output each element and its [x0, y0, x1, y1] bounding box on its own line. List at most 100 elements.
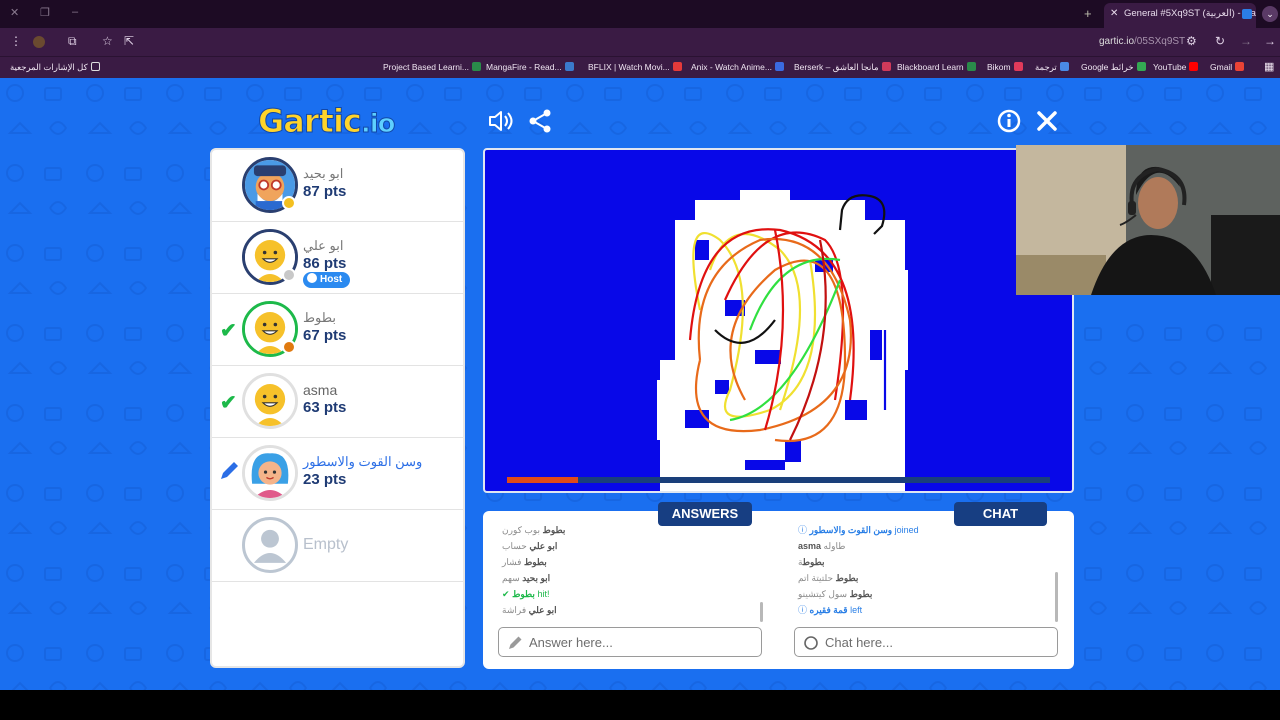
chat-user: بطوط	[849, 589, 873, 599]
status-dot	[282, 340, 296, 354]
status-dot	[282, 196, 296, 210]
chat-list: ⓘ وسن القوت والاسطور joined asma طاوله ب…	[798, 522, 1053, 618]
chat-text: طاوله	[823, 541, 846, 551]
chat-field[interactable]	[794, 627, 1058, 657]
close-tab-icon[interactable]: ✕	[1110, 3, 1118, 25]
folder-icon	[90, 62, 100, 71]
player-points: 63 pts	[303, 399, 347, 416]
bookmark-all[interactable]: كل الإشارات المرجعية	[10, 62, 100, 73]
exit-icon[interactable]	[1034, 108, 1060, 134]
list-item: بطوط بوب كورن	[502, 522, 757, 538]
profile-avatar-icon[interactable]	[33, 36, 45, 48]
bookmark-label: كل الإشارات المرجعية	[10, 62, 88, 72]
list-item: ⓘ قمة فقيره left	[798, 602, 1053, 618]
bookmark-item[interactable]: YouTube	[1153, 62, 1199, 72]
share-icon[interactable]	[527, 108, 553, 134]
avatar	[242, 445, 298, 501]
tab-search-icon[interactable]: ⌄	[1262, 6, 1278, 22]
host-badge: Host	[303, 272, 351, 288]
bookmark-favicon-icon	[966, 62, 976, 71]
url-field[interactable]: gartic.io/05SXq9ST	[1099, 36, 1185, 47]
status-dot	[282, 268, 296, 282]
forward-icon[interactable]: →	[1240, 34, 1252, 48]
avatar-girl-icon	[245, 448, 295, 498]
maximize-window-icon[interactable]: ❐	[40, 6, 50, 19]
bookmarks-bar: كل الإشارات المرجعية Project Based Learn…	[0, 56, 1280, 78]
url-path: /05SXq9ST	[1134, 36, 1186, 47]
pencil-icon	[509, 636, 522, 649]
new-tab-icon[interactable]: +	[1084, 6, 1092, 21]
chat-user: بطوط	[802, 557, 825, 567]
bookmark-favicon-icon	[1136, 62, 1146, 71]
reload-icon[interactable]: ↻	[1215, 34, 1225, 48]
sound-icon[interactable]	[487, 108, 513, 134]
browser-tab-active[interactable]: ✕ General #5Xq9ST (العربية) - Gartic	[1104, 3, 1256, 28]
answer-text: حساب	[502, 541, 527, 551]
players-panel: ابو بحيد 87 pts ابو علي 86 pts Host ✔ بط…	[210, 148, 465, 668]
player-row[interactable]: ✔ بطوط 67 pts	[212, 294, 463, 366]
list-item: ✔ بطوط hit!	[502, 586, 757, 602]
extensions-icon[interactable]: ⧉	[68, 34, 77, 49]
info-icon[interactable]	[996, 108, 1022, 134]
screen-bottom-bar	[0, 690, 1280, 720]
chat-text: left	[850, 605, 863, 615]
share-page-icon[interactable]: ⇱	[124, 34, 134, 48]
player-row[interactable]: ابو علي 86 pts Host	[212, 222, 463, 294]
bookmark-item[interactable]: Berserk – مانجا العاشق	[794, 62, 891, 73]
drawing-canvas[interactable]	[483, 148, 1074, 493]
bookmark-item[interactable]: ترجمة	[1035, 62, 1069, 73]
menu-kebab-icon[interactable]: ⋮	[10, 34, 22, 48]
player-name: asma	[303, 382, 338, 398]
answer-text: hit!	[537, 589, 550, 599]
player-row[interactable]: وسن القوت والاسطور 23 pts	[212, 438, 463, 510]
hit-check-icon: ✔	[502, 589, 510, 599]
chat-text: سول كيتشينو	[798, 589, 848, 599]
player-row[interactable]: ✔ asma 63 pts	[212, 366, 463, 438]
list-item: بطوط سول كيتشينو	[798, 586, 1053, 602]
host-smiley-icon	[307, 273, 317, 283]
minimize-window-icon[interactable]: –	[72, 6, 78, 18]
chat-scrollbar[interactable]	[1055, 572, 1058, 622]
chat-text: حلتيتة اتم	[798, 573, 834, 583]
bookmark-label: Google خرائط	[1081, 62, 1134, 72]
player-points: 67 pts	[303, 327, 347, 344]
list-item: بطوط فشار	[502, 554, 757, 570]
bookmark-item[interactable]: Anix - Watch Anime...	[691, 62, 784, 72]
chat-user: asma	[798, 541, 822, 551]
apps-grid-icon[interactable]: ▦	[1264, 60, 1274, 73]
empty-slot: Empty	[212, 510, 463, 582]
bookmark-label: ترجمة	[1035, 62, 1057, 72]
player-row[interactable]: ابو بحيد 87 pts	[212, 150, 463, 222]
close-window-icon[interactable]: ✕	[10, 6, 19, 19]
player-points: 87 pts	[303, 183, 347, 200]
bookmark-favicon-icon	[1059, 62, 1069, 71]
player-name: ابو بحيد	[303, 166, 344, 181]
answer-input[interactable]	[529, 633, 754, 651]
info-icon: ⓘ	[798, 605, 808, 615]
player-name: وسن القوت والاسطور	[303, 454, 423, 469]
player-name: بطوط	[303, 310, 337, 325]
bookmark-item[interactable]: BFLIX | Watch Movi...	[588, 62, 682, 72]
site-settings-icon[interactable]: ⚙	[1186, 34, 1197, 48]
bookmark-label: Bikom	[987, 62, 1011, 72]
round-progress-fill	[507, 477, 578, 483]
answers-list: بطوط بوب كورن ابو علي حساب بطوط فشار ابو…	[502, 522, 757, 618]
chat-text: joined	[894, 525, 919, 535]
bookmark-favicon-icon	[672, 62, 682, 71]
bookmark-item[interactable]: Project Based Learni...	[383, 62, 481, 72]
bookmark-item[interactable]: Google خرائط	[1081, 62, 1146, 73]
bookmark-item[interactable]: Gmail	[1210, 62, 1245, 72]
chat-input[interactable]	[825, 633, 1050, 651]
bookmark-item[interactable]: MangaFire - Read...	[486, 62, 574, 72]
bookmark-favicon-icon	[564, 62, 574, 71]
bookmark-item[interactable]: Bikom	[987, 62, 1023, 72]
youtube-icon	[1189, 62, 1199, 71]
answer-user: بطوط	[542, 525, 566, 535]
bookmark-item[interactable]: Blackboard Learn	[897, 62, 976, 72]
back-icon[interactable]: →	[1264, 34, 1276, 48]
bookmark-star-icon[interactable]: ☆	[102, 34, 113, 48]
bookmark-label: Project Based Learni...	[383, 62, 469, 72]
gartic-logo[interactable]: Gartic.io	[258, 102, 397, 142]
answer-field[interactable]	[498, 627, 762, 657]
answers-scrollbar[interactable]	[760, 602, 763, 622]
